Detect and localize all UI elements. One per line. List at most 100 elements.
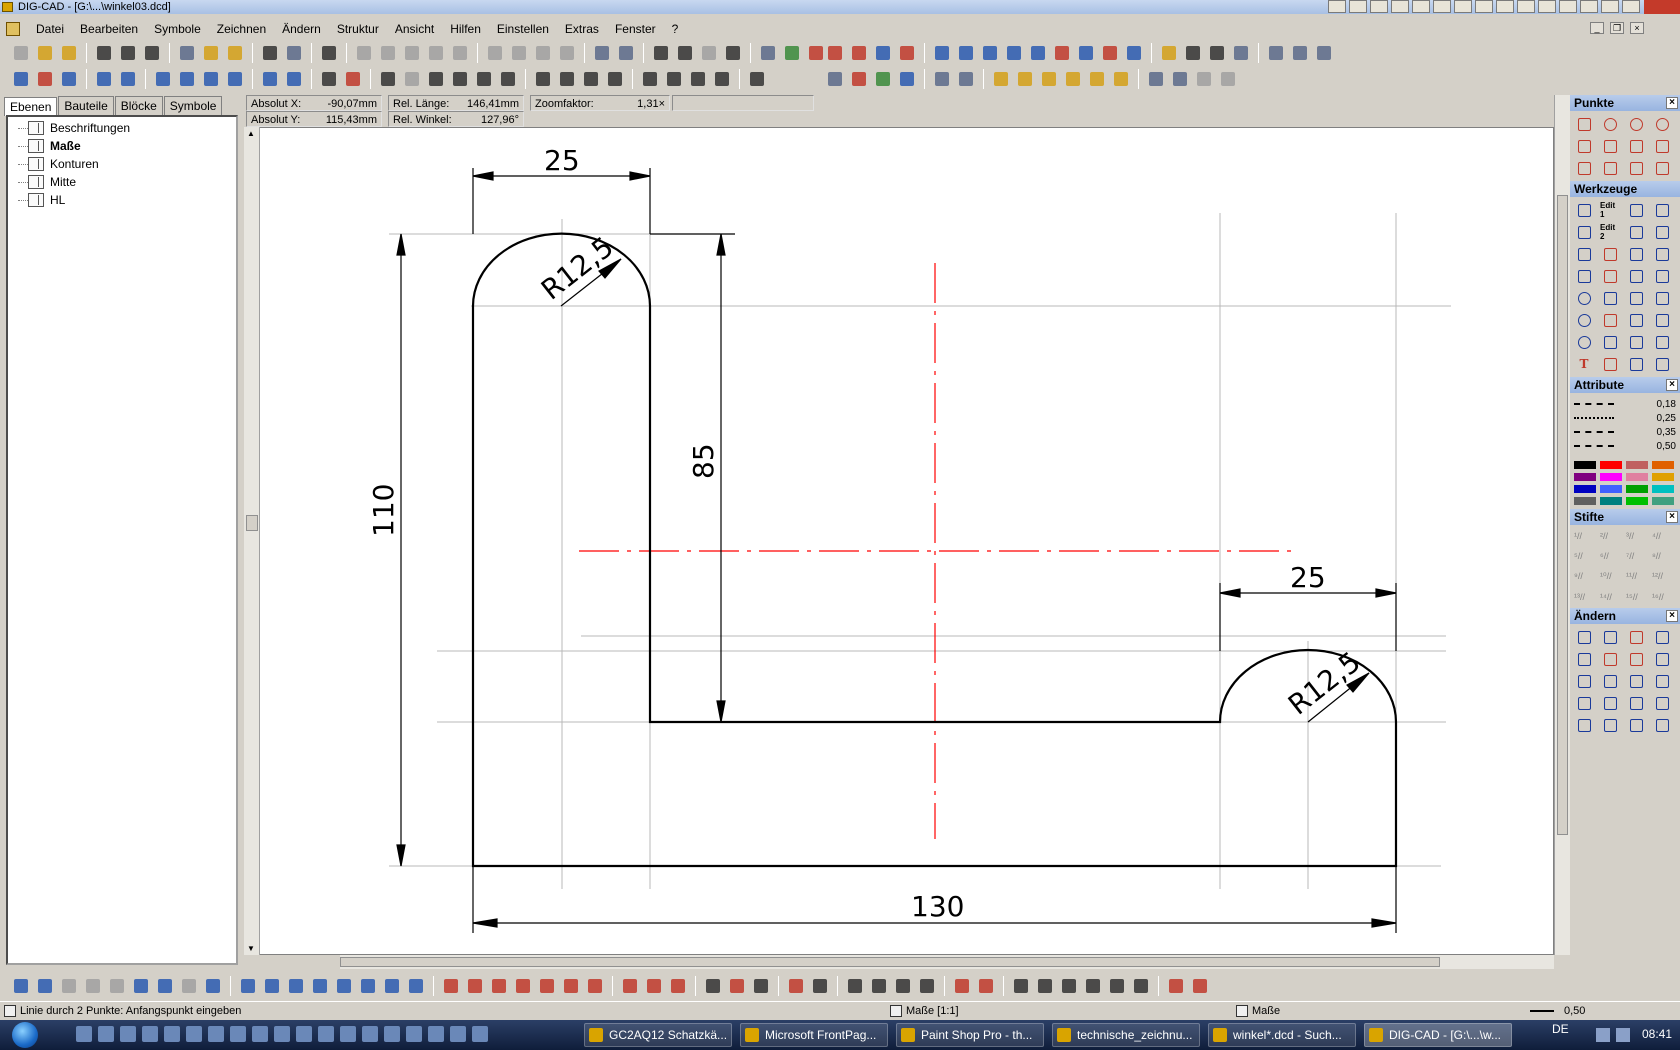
left-vertical-scrollbar[interactable]: ▲ ▼ [244, 127, 260, 955]
color-swatch[interactable] [1652, 473, 1674, 481]
menu-aendern[interactable]: Ändern [274, 22, 329, 36]
modify-tool-icon[interactable] [1600, 628, 1620, 646]
quicklaunch-icon[interactable] [450, 1026, 466, 1042]
line-tool-icon[interactable] [261, 975, 283, 997]
line-tool-icon[interactable] [1652, 245, 1672, 263]
3d-box-icon[interactable] [106, 975, 128, 997]
zoom-prev-icon[interactable] [604, 68, 626, 90]
line-tool-icon[interactable] [1652, 201, 1672, 219]
pen-slot[interactable]: ¹¹// [1626, 571, 1648, 582]
quicklaunch-icon[interactable] [274, 1026, 290, 1042]
text-tool-icon[interactable] [1058, 975, 1080, 997]
quicklaunch-icon[interactable] [340, 1026, 356, 1042]
app-icon[interactable] [2, 2, 13, 12]
document-icon[interactable] [6, 22, 20, 36]
tool-icon[interactable] [979, 42, 1001, 64]
hatch-icon[interactable] [1600, 333, 1620, 351]
color-swatch[interactable] [1652, 461, 1674, 469]
ellipse-icon[interactable] [1574, 333, 1594, 351]
quicklaunch-icon[interactable] [142, 1026, 158, 1042]
modify-tool-icon[interactable] [1574, 650, 1594, 668]
quicklaunch-icon[interactable] [186, 1026, 202, 1042]
snap-tool-icon[interactable] [643, 975, 665, 997]
color-swatch[interactable] [1574, 485, 1596, 493]
text-tool-icon[interactable] [1082, 975, 1104, 997]
modify-tool-icon[interactable] [1600, 694, 1620, 712]
menu-datei[interactable]: Datei [28, 22, 72, 36]
move-to-button[interactable] [615, 42, 637, 64]
modify-tool-icon[interactable] [1652, 672, 1672, 690]
color-swatch[interactable] [1600, 473, 1622, 481]
line-tool-icon[interactable] [381, 975, 403, 997]
dim-tool-icon[interactable] [916, 975, 938, 997]
start-button[interactable] [2, 1020, 54, 1050]
layer-item-mitte[interactable]: Mitte [18, 173, 236, 191]
crosshair-icon[interactable] [650, 42, 672, 64]
line-tool-icon[interactable] [285, 975, 307, 997]
tool-icon[interactable] [1230, 42, 1252, 64]
move-button[interactable] [591, 42, 613, 64]
point-circle-icon[interactable] [1626, 115, 1646, 133]
snap-tool-icon[interactable] [667, 975, 689, 997]
color-swatch[interactable] [1600, 461, 1622, 469]
tool-icon[interactable] [931, 42, 953, 64]
taskbar-item-active[interactable]: DIG-CAD - [G:\...\w... [1364, 1023, 1512, 1047]
zoom-icon[interactable] [497, 68, 519, 90]
layer-item-hl[interactable]: HL [18, 191, 236, 209]
tray-app-icon[interactable] [1517, 0, 1535, 13]
pen-slot[interactable]: ¹²// [1652, 571, 1674, 582]
color-swatch[interactable] [1574, 497, 1596, 505]
save-as-button[interactable] [117, 42, 139, 64]
save-all-button[interactable] [141, 42, 163, 64]
text-tool-icon[interactable] [1600, 311, 1620, 329]
tool-icon[interactable] [1313, 42, 1335, 64]
dim-tool-icon[interactable] [809, 975, 831, 997]
tool-icon[interactable] [1182, 42, 1204, 64]
quicklaunch-icon[interactable] [428, 1026, 444, 1042]
snap-tool-icon[interactable] [560, 975, 582, 997]
pen-slot[interactable]: ¹³// [1574, 592, 1596, 602]
text-tool-icon[interactable] [1130, 975, 1152, 997]
scroll-down-icon[interactable]: ▼ [247, 944, 255, 953]
zoom-in-icon[interactable] [532, 68, 554, 90]
tool-icon[interactable] [1289, 42, 1311, 64]
paste-button[interactable] [401, 42, 423, 64]
tool-icon[interactable] [1169, 68, 1191, 90]
modify-tool-icon[interactable] [1652, 628, 1672, 646]
snap-tool-icon[interactable] [464, 975, 486, 997]
close-icon[interactable]: × [1666, 610, 1678, 622]
arrow-right-icon[interactable] [93, 68, 115, 90]
print-button[interactable] [259, 42, 281, 64]
block-icon[interactable] [1038, 68, 1060, 90]
window-icon[interactable] [176, 68, 198, 90]
close-icon[interactable]: × [1666, 379, 1678, 391]
quicklaunch-icon[interactable] [208, 1026, 224, 1042]
tray-app-icon[interactable] [1580, 0, 1598, 13]
quicklaunch-icon[interactable] [296, 1026, 312, 1042]
pen-icon[interactable] [318, 68, 340, 90]
quicklaunch-icon[interactable] [120, 1026, 136, 1042]
menu-struktur[interactable]: Struktur [329, 22, 387, 36]
3d-box-icon[interactable] [178, 975, 200, 997]
language-indicator[interactable]: DE [1552, 1022, 1569, 1036]
3d-box-icon[interactable] [154, 975, 176, 997]
block-icon[interactable] [990, 68, 1012, 90]
tool-icon[interactable] [1027, 42, 1049, 64]
point-line-icon[interactable] [1652, 159, 1672, 177]
restore-doc-button[interactable]: ❐ [1610, 22, 1624, 34]
save-button[interactable] [93, 42, 115, 64]
zoom-icon[interactable] [639, 68, 661, 90]
close-icon[interactable]: × [1666, 511, 1678, 523]
grid-icon[interactable] [698, 42, 720, 64]
pen-red-icon[interactable] [342, 68, 364, 90]
redo-button[interactable] [508, 42, 530, 64]
taskbar-item[interactable]: winkel*.dcd - Such... [1208, 1023, 1356, 1047]
tool-icon[interactable] [896, 68, 918, 90]
color-swatch[interactable] [1626, 485, 1648, 493]
zoom-icon[interactable] [687, 68, 709, 90]
zoom-dynamic-icon[interactable] [401, 68, 423, 90]
snap-tool-icon[interactable] [512, 975, 534, 997]
tool-icon[interactable] [824, 68, 846, 90]
color-swatch[interactable] [1600, 485, 1622, 493]
tool-icon[interactable] [1158, 42, 1180, 64]
